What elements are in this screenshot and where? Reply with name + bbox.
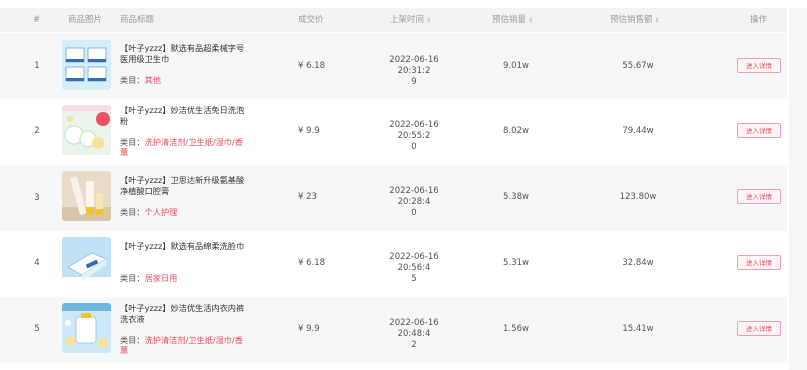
view-details-button[interactable]: 进入详情: [737, 123, 781, 138]
est-revenue: 32.84w: [622, 258, 654, 268]
listed-time-line: 2022-06-16 20:28:4: [389, 186, 439, 207]
view-details-button[interactable]: 进入详情: [737, 189, 781, 204]
col-est-sales[interactable]: 预估销量 ⇕: [492, 8, 533, 32]
table-row: 4 【叶子yzzz】默选有品绵柔洗脸巾 类目：居家日用 ¥ 6.18 2022-…: [0, 231, 787, 297]
category-label: 类目：: [120, 75, 145, 85]
view-details-button[interactable]: 进入详情: [737, 255, 781, 270]
listed-time-line: 5: [411, 274, 417, 284]
price: ¥ 23: [298, 192, 317, 202]
category-value[interactable]: 个人护理: [145, 207, 178, 217]
product-category: 类目：洗护清洁剂/卫生纸/湿巾/香薰: [120, 137, 250, 157]
view-details-button[interactable]: 进入详情: [737, 58, 781, 73]
est-sales: 9.01w: [503, 61, 529, 71]
price: ¥ 9.9: [298, 126, 320, 136]
col-image: 商品图片: [68, 15, 103, 25]
product-title[interactable]: 【叶子yzzz】默选有品绵柔洗脸巾: [120, 241, 250, 252]
listed-time: 2022-06-16 20:55:2 0: [372, 120, 456, 153]
product-category: 类目：洗护清洁剂/卫生纸/湿巾/香薰: [120, 335, 250, 355]
product-title[interactable]: 【叶子yzzz】妙洁优生活内衣内裤洗衣液: [120, 303, 250, 325]
col-action: 操作: [750, 15, 768, 25]
laundry-powder-product-icon[interactable]: [62, 105, 111, 155]
product-ranking-page: # 商品图片 商品标题 成交价 上架时间 ⇕ 预估销量 ⇕ 预估销售额 ⇕ 操作 1 …: [0, 0, 807, 370]
table-row: 3 【叶子yzzz】卫思达新升级氨基酸净植酸口腔膏 类目：个人护理 ¥ 23 2…: [0, 165, 787, 231]
row-index: 1: [34, 61, 40, 71]
table-row: 5 【叶子yzzz】妙洁优生活内衣内裤洗衣液 类目：洗护清洁剂/卫生纸/湿巾/香…: [0, 297, 787, 363]
col-listed-time-label: 上架时间: [390, 15, 425, 25]
sanitary-pad-product-icon[interactable]: [62, 40, 111, 90]
col-title: 商品标题: [120, 15, 155, 25]
category-value[interactable]: 其他: [145, 75, 161, 85]
listed-time-line: 2022-06-16 20:31:2: [389, 55, 439, 76]
product-category: 类目：个人护理: [120, 207, 250, 217]
listed-time: 2022-06-16 20:48:4 2: [372, 318, 456, 351]
col-est-sales-label: 预估销量: [492, 15, 527, 25]
price: ¥ 6.18: [298, 258, 326, 268]
col-est-revenue-label: 预估销售额: [610, 15, 653, 25]
listed-time-line: 2022-06-16 20:56:4: [389, 252, 439, 273]
price: ¥ 9.9: [298, 324, 320, 334]
col-price: 成交价: [298, 15, 324, 25]
category-value[interactable]: 居家日用: [145, 273, 178, 283]
view-details-button[interactable]: 进入详情: [737, 321, 781, 336]
sort-icon[interactable]: ⇕: [655, 17, 660, 24]
listed-time: 2022-06-16 20:31:2 9: [372, 55, 456, 88]
table-header: # 商品图片 商品标题 成交价 上架时间 ⇕ 预估销量 ⇕ 预估销售额 ⇕ 操作: [0, 8, 787, 32]
table-row: 1 【叶子yzzz】默选有品超柔械字号医用级卫生巾 类目：其他 ¥ 6.18 2…: [0, 33, 787, 99]
listed-time-line: 9: [411, 77, 417, 87]
row-index: 4: [34, 258, 40, 268]
listed-time-line: 0: [411, 142, 417, 152]
table-row: 2 【叶子yzzz】妙洁优生活免日洗泡粉 类目：洗护清洁剂/卫生纸/湿巾/香薰 …: [0, 99, 787, 165]
listed-time-line: 2: [411, 340, 417, 350]
toothpaste-product-icon[interactable]: [62, 171, 111, 221]
listed-time-line: 2022-06-16 20:48:4: [389, 318, 439, 339]
product-category: 类目：其他: [120, 75, 250, 85]
sort-icon[interactable]: ⇕: [528, 17, 533, 24]
product-title[interactable]: 【叶子yzzz】默选有品超柔械字号医用级卫生巾: [120, 43, 250, 65]
col-listed-time[interactable]: 上架时间 ⇕: [390, 8, 431, 32]
category-label: 类目：: [120, 335, 145, 345]
category-label: 类目：: [120, 273, 145, 283]
est-sales: 8.02w: [503, 126, 529, 136]
est-revenue: 79.44w: [622, 126, 654, 136]
est-sales: 5.38w: [503, 192, 529, 202]
listed-time: 2022-06-16 20:28:4 0: [372, 186, 456, 219]
listed-time: 2022-06-16 20:56:4 5: [372, 252, 456, 285]
scrollbar[interactable]: [789, 8, 807, 370]
est-sales: 1.56w: [503, 324, 529, 334]
est-revenue: 55.67w: [622, 61, 654, 71]
row-index: 3: [34, 193, 40, 203]
detergent-product-icon[interactable]: [62, 303, 111, 353]
row-index: 2: [34, 126, 40, 136]
row-index: 5: [34, 324, 40, 334]
sort-icon[interactable]: ⇕: [426, 17, 431, 24]
product-title[interactable]: 【叶子yzzz】妙洁优生活免日洗泡粉: [120, 105, 250, 127]
col-est-revenue[interactable]: 预估销售额 ⇕: [610, 8, 660, 32]
face-towel-product-icon[interactable]: [62, 237, 111, 287]
category-label: 类目：: [120, 207, 145, 217]
price: ¥ 6.18: [298, 61, 326, 71]
listed-time-line: 0: [411, 208, 417, 218]
listed-time-line: 2022-06-16 20:55:2: [389, 120, 439, 141]
col-index: #: [33, 15, 41, 25]
product-category: 类目：居家日用: [120, 273, 250, 283]
est-revenue: 15.41w: [622, 324, 654, 334]
est-sales: 5.31w: [503, 258, 529, 268]
est-revenue: 123.80w: [619, 192, 657, 202]
product-title[interactable]: 【叶子yzzz】卫思达新升级氨基酸净植酸口腔膏: [120, 175, 250, 197]
category-label: 类目：: [120, 137, 145, 147]
